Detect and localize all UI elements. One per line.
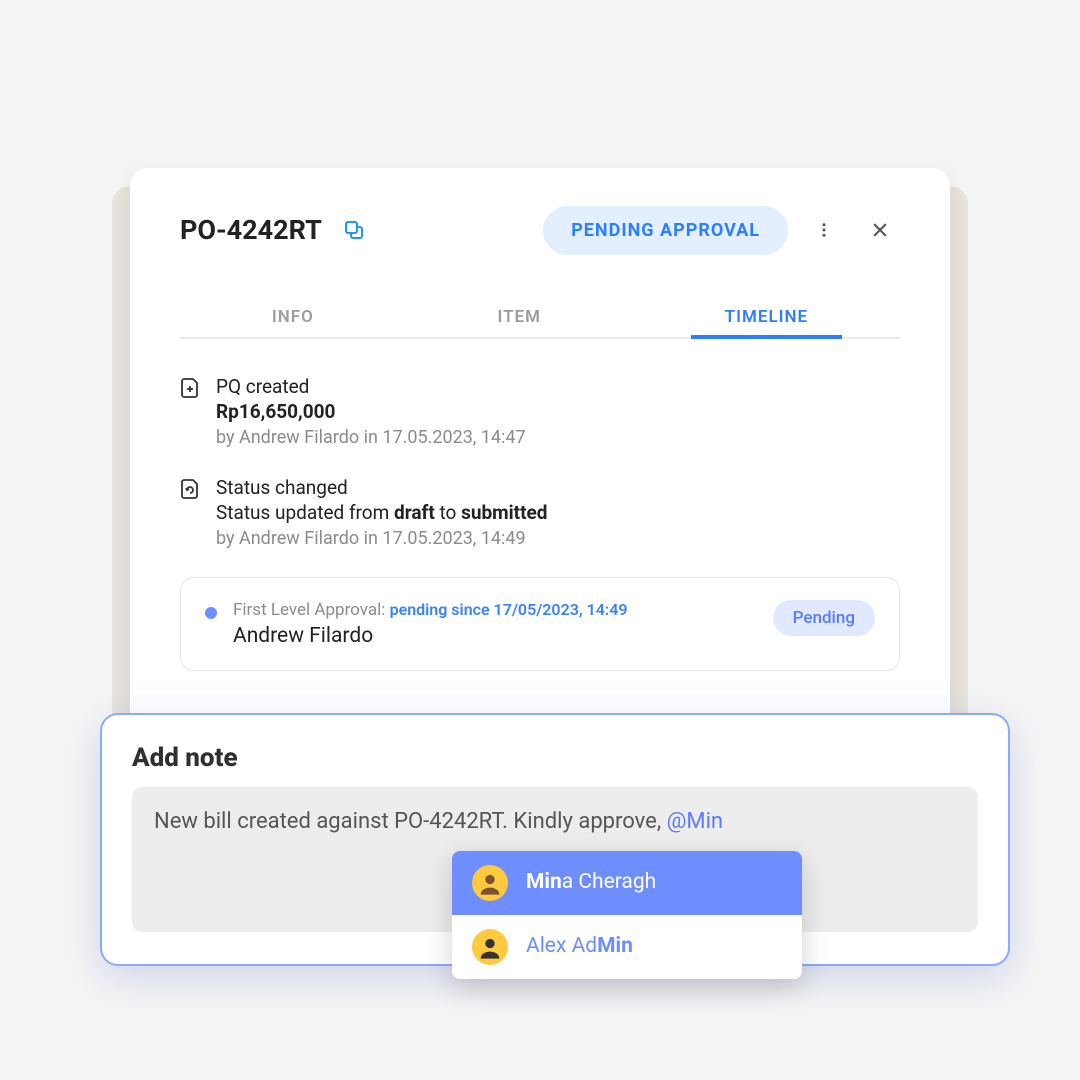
- timeline-item-status: Status changed Status updated from draft…: [180, 476, 900, 549]
- approval-box: First Level Approval: pending since 17/0…: [180, 577, 900, 671]
- tab-info[interactable]: INFO: [248, 297, 338, 337]
- approval-text: First Level Approval: pending since 17/0…: [233, 600, 757, 648]
- mention-name: Mina Cheragh: [526, 868, 656, 897]
- file-refresh-icon: [180, 476, 200, 549]
- timeline-amount: Rp16,650,000: [216, 400, 900, 423]
- avatar: [472, 865, 508, 901]
- header: PO-4242RT PENDING APPROVAL: [180, 206, 900, 255]
- timeline-content: Status changed Status updated from draft…: [216, 476, 900, 549]
- timeline-title: Status changed: [216, 476, 900, 499]
- note-mention: @Min: [667, 809, 723, 834]
- tab-timeline[interactable]: TIMELINE: [701, 297, 833, 337]
- mention-item-alex[interactable]: Alex AdMin: [452, 915, 802, 979]
- note-input[interactable]: New bill created against PO-4242RT. Kind…: [132, 787, 978, 932]
- status-from: draft: [394, 501, 435, 524]
- tab-item[interactable]: ITEM: [473, 297, 565, 337]
- mention-name: Alex AdMin: [526, 932, 633, 961]
- status-badge: PENDING APPROVAL: [543, 206, 788, 255]
- timeline-meta: by Andrew Filardo in 17.05.2023, 14:49: [216, 528, 900, 549]
- add-note-overlay: Add note New bill created against PO-424…: [100, 713, 1010, 966]
- approval-pending-since: pending since 17/05/2023, 14:49: [390, 600, 628, 619]
- status-prefix: Status updated from: [216, 501, 394, 524]
- timeline-title: PQ created: [216, 375, 900, 398]
- status-mid: to: [435, 501, 461, 524]
- timeline-item-created: PQ created Rp16,650,000 by Andrew Filard…: [180, 375, 900, 448]
- timeline-content: PQ created Rp16,650,000 by Andrew Filard…: [216, 375, 900, 448]
- tabs: INFO ITEM TIMELINE: [180, 297, 900, 339]
- add-note-title: Add note: [132, 743, 978, 773]
- note-text: New bill created against PO-4242RT. Kind…: [154, 809, 667, 834]
- file-plus-icon: [180, 375, 200, 448]
- approval-label: First Level Approval:: [233, 600, 390, 620]
- copy-icon[interactable]: [342, 218, 366, 242]
- timeline-meta: by Andrew Filardo in 17.05.2023, 14:47: [216, 427, 900, 448]
- approver-name: Andrew Filardo: [233, 624, 757, 648]
- status-to: submitted: [461, 501, 547, 524]
- avatar: [472, 929, 508, 965]
- pending-pill: Pending: [773, 600, 875, 636]
- mention-dropdown: Mina Cheragh Alex AdMin: [452, 851, 802, 979]
- more-icon[interactable]: [804, 210, 844, 250]
- close-icon[interactable]: [860, 210, 900, 250]
- po-number: PO-4242RT: [180, 214, 322, 246]
- timeline-status-text: Status updated from draft to submitted: [216, 501, 900, 524]
- mention-item-mina[interactable]: Mina Cheragh: [452, 851, 802, 915]
- approval-dot-icon: [205, 607, 217, 619]
